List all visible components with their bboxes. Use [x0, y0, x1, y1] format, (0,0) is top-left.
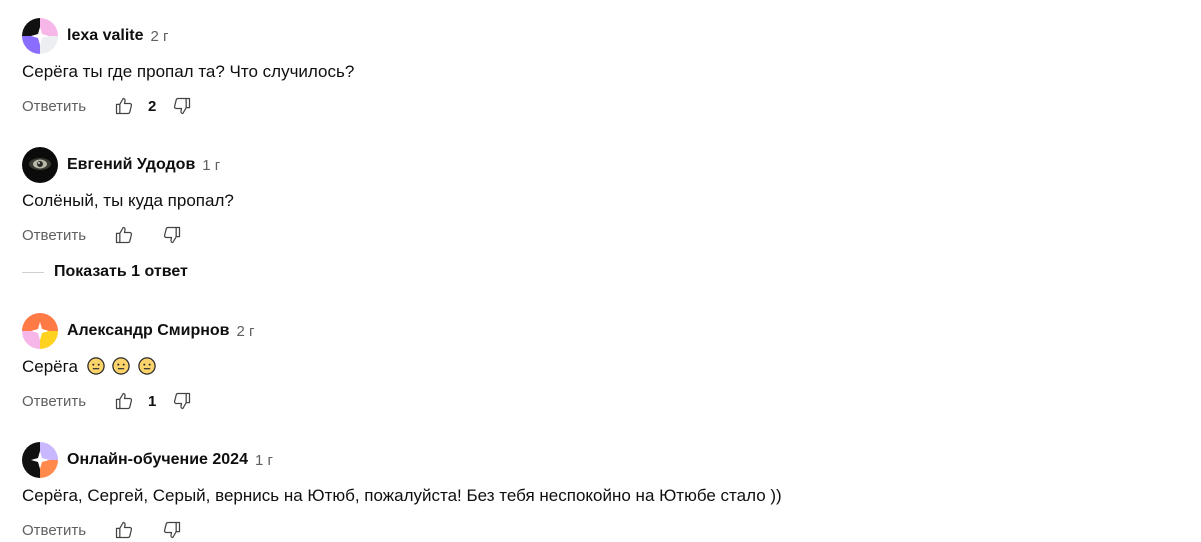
show-replies-button[interactable]: Показать 1 ответ: [22, 263, 188, 281]
thumbs-up-icon[interactable]: [112, 389, 136, 413]
comment-actions: Ответить: [22, 518, 1172, 542]
show-replies-label: Показать 1 ответ: [54, 263, 188, 280]
avatar[interactable]: [22, 147, 58, 183]
comment-text: Серёга ты где пропал та? Что случилось?: [22, 62, 355, 81]
like-count: 1: [148, 392, 157, 410]
emoji-group: [86, 357, 159, 376]
reply-button[interactable]: Ответить: [22, 522, 112, 539]
comment-actions: Ответить: [22, 223, 1172, 247]
thumbs-down-icon[interactable]: [170, 389, 194, 413]
neutral-face-emoji: [138, 357, 156, 375]
reply-thread-line: [22, 271, 44, 273]
comment-header: Евгений Удодов 1 г: [22, 147, 1172, 183]
thumbs-down-icon[interactable]: [170, 94, 194, 118]
comment-time[interactable]: 2 г: [151, 28, 169, 45]
comment-actions: Ответить 2: [22, 94, 1172, 118]
thumbs-down-icon[interactable]: [160, 518, 184, 542]
comment-time[interactable]: 2 г: [237, 323, 255, 340]
avatar[interactable]: [22, 313, 58, 349]
comment: lexa valite 2 г Серёга ты где пропал та?…: [22, 18, 1172, 118]
comment-author[interactable]: Александр Смирнов: [67, 322, 230, 340]
thumbs-up-icon[interactable]: [112, 94, 136, 118]
comment: Онлайн-обучение 2024 1 г Серёга, Сергей,…: [22, 442, 1172, 542]
reply-button[interactable]: Ответить: [22, 98, 112, 115]
comment-author[interactable]: Евгений Удодов: [67, 156, 195, 174]
reply-button[interactable]: Ответить: [22, 227, 112, 244]
comment-text: Серёга: [22, 357, 78, 376]
comment-header: Онлайн-обучение 2024 1 г: [22, 442, 1172, 478]
comment-header: lexa valite 2 г: [22, 18, 1172, 54]
like-count: 2: [148, 97, 157, 115]
comment-time[interactable]: 1 г: [202, 157, 220, 174]
thumbs-up-icon[interactable]: [112, 223, 136, 247]
comment-author[interactable]: lexa valite: [67, 27, 144, 45]
comment-text-row: Серёга: [22, 356, 1172, 378]
thumbs-up-icon[interactable]: [112, 518, 136, 542]
comment-text: Серёга, Сергей, Серый, вернись на Ютюб, …: [22, 486, 782, 505]
neutral-face-emoji: [112, 357, 131, 375]
comment-author[interactable]: Онлайн-обучение 2024: [67, 451, 248, 469]
avatar[interactable]: [22, 18, 58, 54]
avatar[interactable]: [22, 442, 58, 478]
comment-header: Александр Смирнов 2 г: [22, 313, 1172, 349]
reply-button[interactable]: Ответить: [22, 393, 112, 410]
comment: Евгений Удодов 1 г Солёный, ты куда проп…: [22, 147, 1172, 247]
neutral-face-emoji: [86, 357, 105, 375]
comment-actions: Ответить 1: [22, 389, 1172, 413]
comment: Александр Смирнов 2 г Серёга Ответить 1: [22, 313, 1172, 413]
comment-text: Солёный, ты куда пропал?: [22, 191, 234, 210]
comment-time[interactable]: 1 г: [255, 452, 273, 469]
thumbs-down-icon[interactable]: [160, 223, 184, 247]
